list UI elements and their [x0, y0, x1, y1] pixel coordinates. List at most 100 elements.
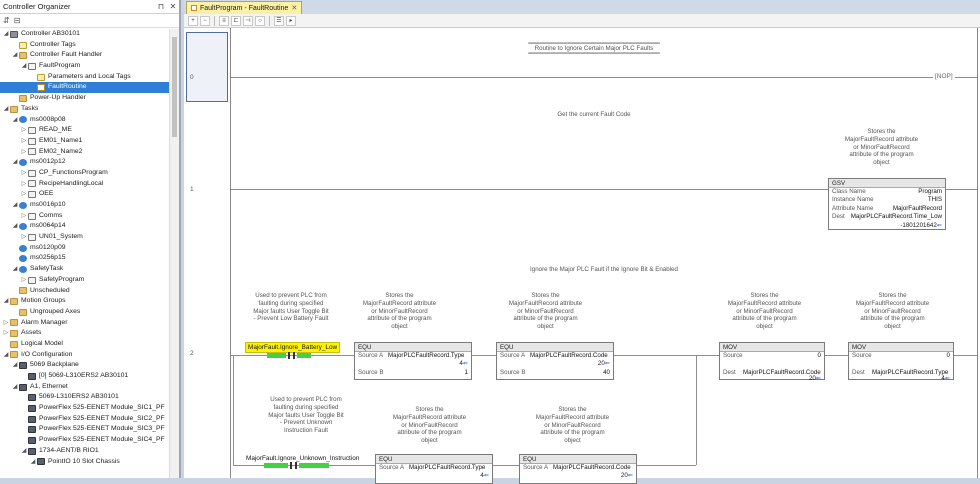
equ-3-source-a-tag[interactable]: MajorPLCFaultRecord.Type — [409, 464, 489, 472]
gsv-attribute-value[interactable]: MajorFaultRecord — [872, 205, 942, 213]
xic-2-contact[interactable] — [290, 462, 292, 469]
tree-item[interactable]: ◢ I/O Configuration — [0, 350, 169, 361]
equ-2-source-a-tag[interactable]: MajorPLCFaultRecord.Code — [530, 352, 610, 360]
tree-item[interactable]: PowerFlex 525-EENET Module_SIC3_PF — [0, 424, 169, 435]
xic-1-contact[interactable] — [293, 352, 295, 359]
close-tab-icon[interactable]: ✕ — [291, 4, 297, 12]
tree-item[interactable]: ◢ Motion Groups — [0, 296, 169, 307]
tree-item[interactable]: ◢ Controller AB30101 — [0, 29, 169, 40]
expand-toggle-icon[interactable]: ▷ — [20, 168, 28, 179]
tree-item[interactable]: ▷ OEE — [0, 189, 169, 200]
tree-item[interactable]: ◢ 1734-AENT/B RIO1 — [0, 446, 169, 457]
favorites-icon[interactable]: ☰ — [274, 15, 284, 26]
tree-item[interactable]: ▷ Alarm Manager — [0, 318, 169, 329]
mov-2-source-value[interactable]: 0 — [882, 352, 950, 360]
tree-item[interactable]: ◢ ms0008p08 — [0, 115, 169, 126]
expand-toggle-icon[interactable]: ◢ — [20, 446, 28, 457]
expand-toggle-icon[interactable]: ◢ — [2, 104, 10, 115]
organizer-tree[interactable]: ◢ Controller AB30101 Controller Tags ◢ Contr… — [0, 29, 169, 478]
tree-item[interactable]: ◢ Tasks — [0, 104, 169, 115]
branch-icon[interactable]: ⊏ — [231, 15, 241, 26]
expand-toggle-icon[interactable]: ▷ — [20, 179, 28, 190]
gsv-dest-tag[interactable]: MajorPLCFaultRecord.Time_Low — [846, 213, 942, 221]
tree-item[interactable]: ▷ Assets — [0, 328, 169, 339]
tree-item[interactable]: ◢ A1, Ethernet — [0, 382, 169, 393]
expand-toggle-icon[interactable]: ◢ — [11, 200, 19, 211]
rung-0-selection[interactable] — [186, 32, 228, 102]
expand-toggle-icon[interactable]: ▷ — [20, 125, 28, 136]
xic-2-tag[interactable]: MajorFault.Ignore_Unknown_Instruction — [246, 454, 359, 463]
tree-item[interactable]: ◢ SafetyTask — [0, 264, 169, 275]
contact-icon[interactable]: ⊣ — [243, 15, 253, 26]
tree-item[interactable]: [0] 5069-L310ERS2 AB30101 — [0, 371, 169, 382]
tree-item[interactable]: Ungrouped Axes — [0, 307, 169, 318]
tree-item[interactable]: PowerFlex 525-EENET Module_SIC1_PF — [0, 403, 169, 414]
expand-toggle-icon[interactable]: ◢ — [11, 221, 19, 232]
tree-item[interactable]: ▷ CP_FunctionsProgram — [0, 168, 169, 179]
equ-1-source-a-tag[interactable]: MajorPLCFaultRecord.Type — [388, 352, 468, 360]
tree-item[interactable]: ◢ ms0012p12 — [0, 157, 169, 168]
expand-toggle-icon[interactable]: ▷ — [20, 189, 28, 200]
expand-toggle-icon[interactable]: ◢ — [2, 296, 10, 307]
ladder-diagram[interactable]: 0 1 2 ══════════════════════════════ Rou… — [184, 28, 980, 484]
expand-toggle-icon[interactable]: ◢ — [29, 457, 37, 468]
expand-toggle-icon[interactable]: ▷ — [2, 328, 10, 339]
nop-instruction[interactable]: [NOP] — [933, 73, 955, 80]
equ-3-instruction[interactable]: EQU Source A MajorPLCFaultRecord.Type 4 ⇐ — [375, 454, 493, 484]
tree-item[interactable]: ▷ EM01_Name1 — [0, 136, 169, 147]
expand-toggle-icon[interactable]: ◢ — [11, 50, 19, 61]
collapse-icon[interactable]: ⊟ — [14, 16, 21, 25]
close-icon[interactable]: ✕ — [167, 2, 179, 11]
tree-item[interactable]: 5069-L310ERS2 AB30101 — [0, 392, 169, 403]
equ-1-instruction[interactable]: EQU Source A MajorPLCFaultRecord.Type 4 ⇐ … — [354, 342, 472, 380]
tree-item[interactable]: PowerFlex 525-EENET Module_SIC4_PF — [0, 435, 169, 446]
expand-toggle-icon[interactable]: ▷ — [20, 211, 28, 222]
tree-item[interactable]: ◢ Controller Fault Handler — [0, 50, 169, 61]
tree-item[interactable]: ▷ UN01_System — [0, 232, 169, 243]
expand-toggle-icon[interactable]: ▷ — [20, 275, 28, 286]
tree-item[interactable]: Logical Model — [0, 339, 169, 350]
expand-toggle-icon[interactable]: ◢ — [11, 115, 19, 126]
equ-1-source-b-value[interactable]: 1 — [388, 369, 468, 377]
mov-1-source-value[interactable]: 0 — [753, 352, 821, 360]
expand-toggle-icon[interactable]: ◢ — [20, 61, 28, 72]
tree-item[interactable]: FaultRoutine — [0, 82, 169, 94]
tree-item[interactable]: Unscheduled — [0, 286, 169, 297]
tree-item[interactable]: Power-Up Handler — [0, 93, 169, 104]
xic-1-contact[interactable] — [288, 352, 290, 359]
tab-faultroutine[interactable]: FaultProgram - FaultRoutine ✕ — [186, 1, 303, 14]
sort-icon[interactable]: ⇵ — [3, 16, 10, 25]
gsv-class-value[interactable]: Program — [872, 188, 942, 196]
expand-toggle-icon[interactable]: ◢ — [11, 157, 19, 168]
tree-item[interactable]: ◢ FaultProgram — [0, 61, 169, 72]
expand-toggle-icon[interactable]: ▷ — [2, 318, 10, 329]
expand-toggle-icon[interactable]: ◢ — [2, 29, 10, 40]
scrollbar-thumb[interactable] — [172, 37, 177, 137]
gsv-instruction[interactable]: GSV Class Name Program Instance Name THIS … — [828, 178, 946, 230]
zoom-in-icon[interactable]: + — [188, 15, 198, 26]
zoom-out-icon[interactable]: − — [200, 15, 210, 26]
mov-2-instruction[interactable]: MOV Source 0 Dest MajorPLCFaultRecord.Type… — [848, 342, 954, 382]
tree-item[interactable]: ms0120p09 — [0, 243, 169, 254]
xic-2-contact[interactable] — [295, 462, 297, 469]
expand-toggle-icon[interactable]: ▷ — [20, 147, 28, 158]
tree-item[interactable]: ◢ PointIO 10 Slot Chassis — [0, 457, 169, 468]
organizer-scrollbar[interactable] — [169, 29, 179, 478]
coil-icon[interactable]: ○ — [255, 15, 265, 26]
rung-icon[interactable]: ≡ — [219, 15, 229, 26]
expand-toggle-icon[interactable]: ◢ — [11, 264, 19, 275]
tree-item[interactable]: ▷ SafetyProgram — [0, 275, 169, 286]
mov-1-instruction[interactable]: MOV Source 0 Dest MajorPLCFaultRecord.Code… — [719, 342, 825, 382]
tree-item[interactable]: ms0256p15 — [0, 253, 169, 264]
expand-toggle-icon[interactable]: ◢ — [11, 382, 19, 393]
tree-item[interactable]: ▷ Comms — [0, 211, 169, 222]
tree-item[interactable]: ◢ ms0064p14 — [0, 221, 169, 232]
tree-item[interactable]: ▷ EM02_Name2 — [0, 147, 169, 158]
tree-item[interactable]: Parameters and Local Tags — [0, 72, 169, 83]
tree-item[interactable]: Controller Tags — [0, 40, 169, 51]
tree-item[interactable]: ◢ 5069 Backplane — [0, 360, 169, 371]
expand-toggle-icon[interactable]: ◢ — [11, 360, 19, 371]
expand-toggle-icon[interactable]: ▷ — [20, 136, 28, 147]
expand-toggle-icon[interactable]: ▷ — [20, 232, 28, 243]
equ-4-source-a-tag[interactable]: MajorPLCFaultRecord.Code — [553, 464, 633, 472]
